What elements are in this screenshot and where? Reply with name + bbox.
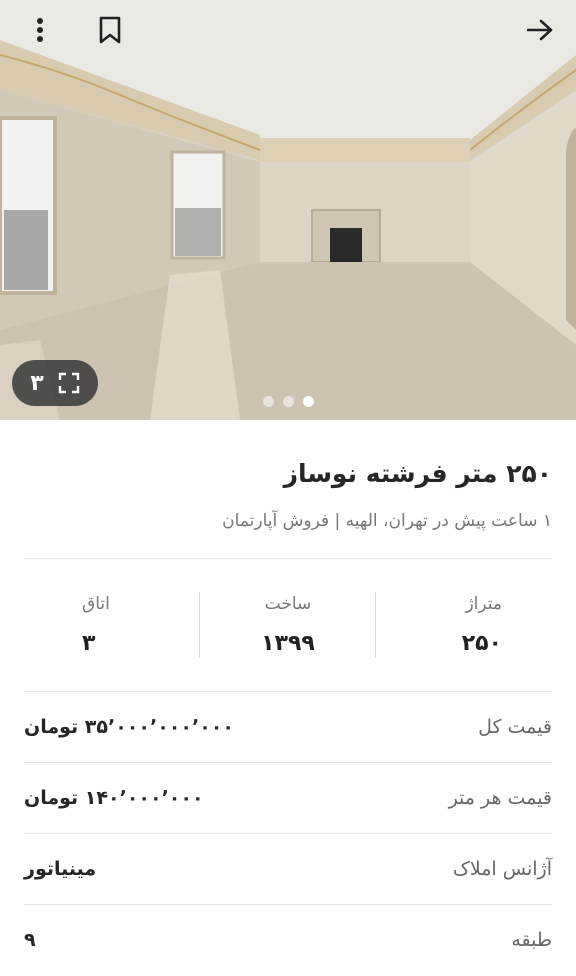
detail-key: قیمت هر متر: [448, 787, 552, 809]
detail-key: طبقه: [511, 929, 552, 951]
slide-dot-active[interactable]: [302, 396, 314, 407]
detail-row-agency: آژانس املاک مینیاتور: [24, 834, 552, 904]
stat-label: اتاق: [82, 594, 110, 614]
gallery-count: ۳: [30, 370, 44, 396]
listing-subtitle: ۱ ساعت پیش در تهران، الهیه | فروش آپارتم…: [222, 511, 552, 531]
detail-row-total-price: قیمت کل ۳۵٬۰۰۰٬۰۰۰٬۰۰۰ تومان: [24, 692, 552, 762]
detail-row-floor: طبقه ۹: [24, 905, 552, 975]
room-photo-illustration: [0, 0, 576, 420]
detail-row-price-per-meter: قیمت هر متر ۱۴۰٬۰۰۰٬۰۰۰ تومان: [24, 763, 552, 833]
detail-key: آژانس املاک: [452, 858, 552, 880]
listing-details: ۲۵۰ متر فرشته نوساز ۱ ساعت پیش در تهران،…: [0, 420, 576, 975]
arrow-right-icon: [527, 19, 553, 41]
back-button[interactable]: [520, 10, 560, 50]
stat-value: ۲۵۰: [461, 631, 502, 656]
stat-build-year: ساخت ۱۳۹۹: [200, 592, 376, 658]
stat-label: ساخت: [264, 594, 312, 614]
bookmark-button[interactable]: [90, 10, 130, 50]
stat-label: متراژ: [465, 594, 502, 614]
stat-rooms: اتاق ۳: [24, 592, 200, 658]
slide-indicator: [0, 396, 576, 407]
detail-value: مینیاتور: [24, 858, 97, 880]
stat-value: ۱۳۹۹: [261, 631, 315, 656]
stat-area: متراژ ۲۵۰: [376, 592, 552, 658]
stat-value: ۳: [82, 631, 96, 656]
stats-row: متراژ ۲۵۰ ساخت ۱۳۹۹ اتاق ۳: [24, 559, 552, 691]
listing-photo[interactable]: ۳: [0, 0, 576, 420]
listing-title: ۲۵۰ متر فرشته نوساز: [283, 459, 552, 488]
detail-value: ۱۴۰٬۰۰۰٬۰۰۰ تومان: [24, 787, 204, 809]
slide-dot[interactable]: [262, 396, 274, 407]
slide-dot[interactable]: [282, 396, 294, 407]
detail-key: قیمت کل: [478, 716, 552, 738]
detail-value: ۹: [24, 929, 36, 951]
more-options-button[interactable]: [20, 10, 60, 50]
detail-value: ۳۵٬۰۰۰٬۰۰۰٬۰۰۰ تومان: [24, 716, 234, 738]
more-vertical-icon: [37, 18, 43, 42]
bookmark-icon: [99, 16, 121, 44]
expand-icon: [58, 372, 79, 394]
